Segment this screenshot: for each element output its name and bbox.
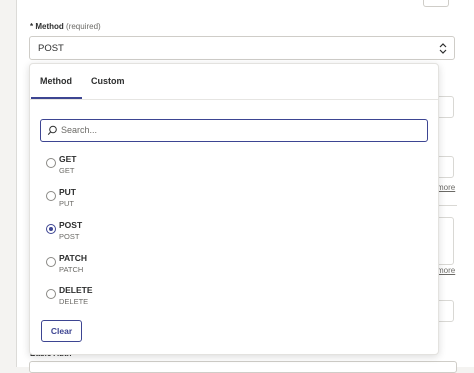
basic-auth-field[interactable] xyxy=(29,361,457,373)
method-select[interactable]: POST xyxy=(29,36,455,60)
option-title: PATCH xyxy=(59,253,88,263)
option-subtitle: DELETE xyxy=(59,297,89,306)
search-box[interactable] xyxy=(40,119,428,142)
method-dropdown: Method Custom GET GET PUT PUT POST POST … xyxy=(29,63,439,355)
search-input[interactable] xyxy=(61,122,421,138)
radio-delete[interactable] xyxy=(46,289,56,299)
method-field-label: * Method (required) xyxy=(30,22,101,31)
radio-patch[interactable] xyxy=(46,257,56,267)
required-star: * xyxy=(30,22,34,31)
option-title: GET xyxy=(59,154,77,164)
more-link[interactable]: more xyxy=(437,183,455,192)
option-subtitle: POST xyxy=(59,232,80,241)
search-icon xyxy=(47,125,57,135)
more-link[interactable]: more xyxy=(437,266,455,275)
radio-post[interactable] xyxy=(46,224,56,234)
option-subtitle: PUT xyxy=(59,199,74,208)
divider xyxy=(437,205,457,206)
tab-custom[interactable]: Custom xyxy=(91,76,125,86)
option-get[interactable]: GET GET xyxy=(46,154,346,182)
option-delete[interactable]: DELETE DELETE xyxy=(46,285,346,313)
option-post[interactable]: POST POST xyxy=(46,220,346,248)
option-subtitle: PATCH xyxy=(59,265,84,274)
option-subtitle: GET xyxy=(59,166,75,175)
top-field-edge xyxy=(423,0,449,7)
method-label: Method xyxy=(35,22,64,31)
option-patch[interactable]: PATCH PATCH xyxy=(46,253,346,281)
option-put[interactable]: PUT PUT xyxy=(46,187,346,215)
clear-button[interactable]: Clear xyxy=(41,320,82,342)
required-text: (required) xyxy=(66,22,101,31)
tab-method[interactable]: Method xyxy=(40,76,72,86)
method-select-value: POST xyxy=(38,43,64,54)
chevron-up-down-icon xyxy=(439,43,447,54)
active-tab-indicator xyxy=(31,97,82,99)
option-title: DELETE xyxy=(59,285,93,295)
option-title: PUT xyxy=(59,187,76,197)
radio-put[interactable] xyxy=(46,191,56,201)
tab-bar: Method Custom xyxy=(30,64,438,100)
radio-get[interactable] xyxy=(46,158,56,168)
option-title: POST xyxy=(59,220,83,230)
